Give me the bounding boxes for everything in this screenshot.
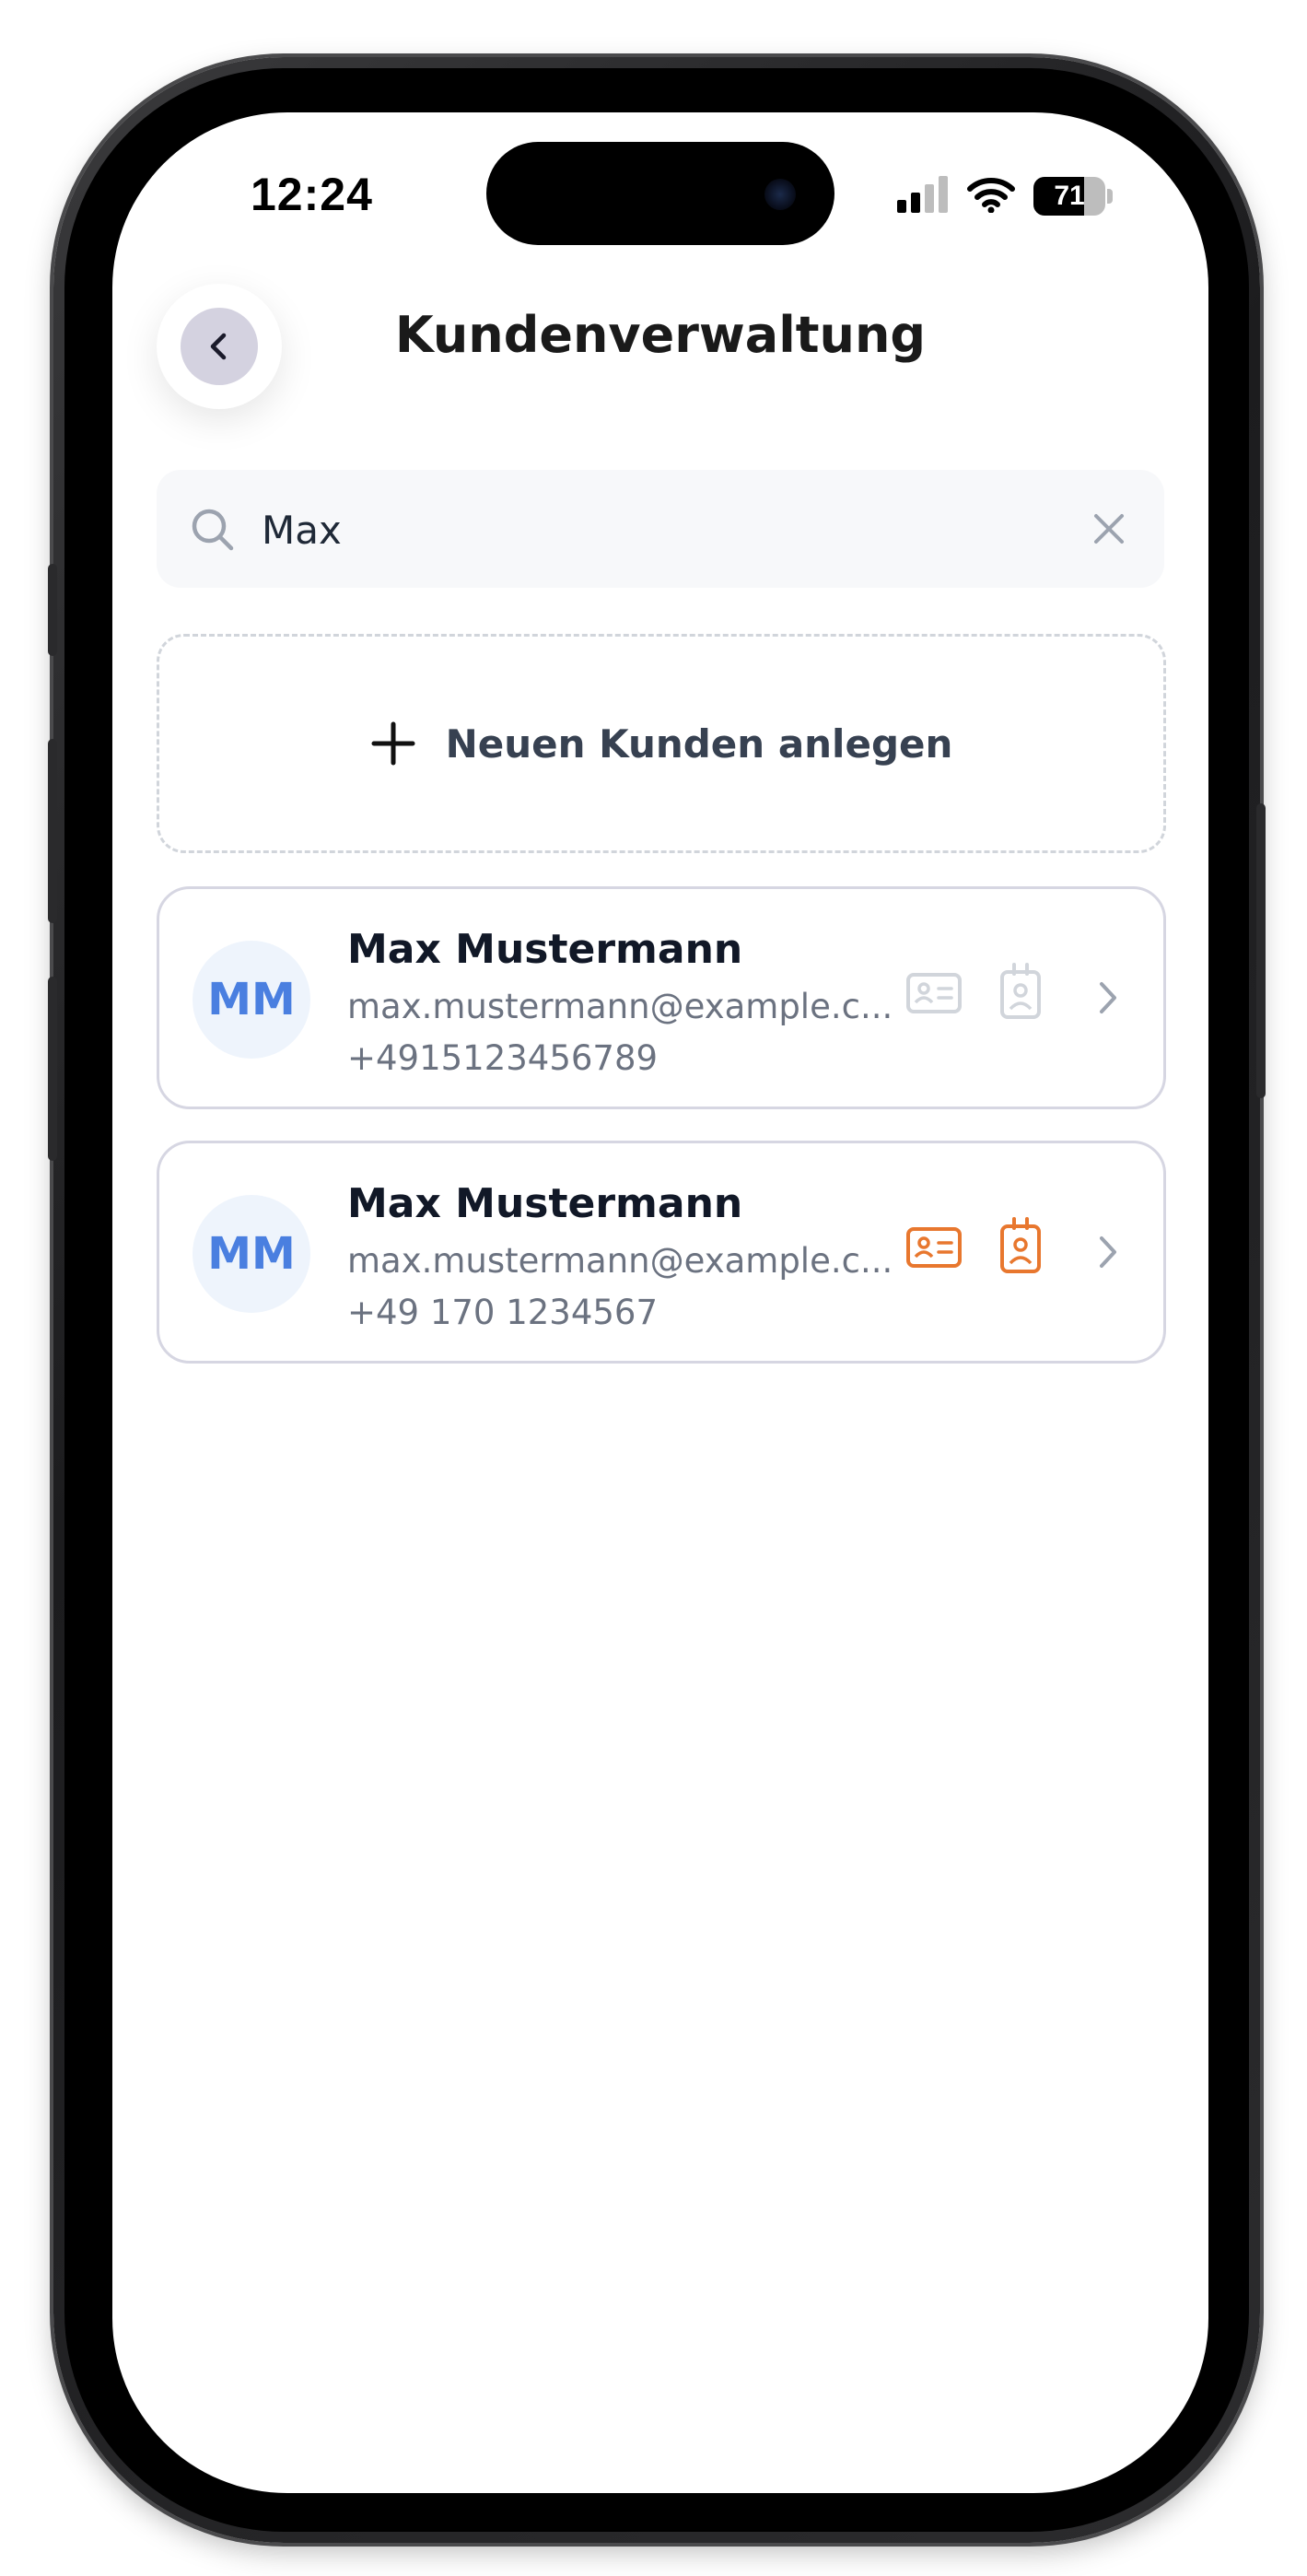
status-indicators: 71 — [897, 173, 1113, 219]
status-time: 12:24 — [251, 169, 373, 220]
action-button — [48, 564, 57, 656]
chevron-right-icon — [1100, 1236, 1116, 1268]
battery-percentage: 71 — [1054, 181, 1085, 211]
customer-name: Max Mustermann — [347, 926, 743, 973]
app-screen: 12:24 71 Kundenverwaltung Max Neuen Kund… — [112, 112, 1208, 2493]
cellular-signal-icon — [897, 176, 949, 217]
battery-indicator: 71 — [1033, 177, 1113, 216]
volume-up-button — [48, 739, 57, 923]
add-customer-button[interactable]: Neuen Kunden anlegen — [157, 634, 1166, 853]
battery-icon: 71 — [1033, 177, 1105, 216]
battery-nub — [1107, 189, 1113, 204]
search-bar — [157, 470, 1164, 588]
close-icon[interactable] — [1091, 510, 1127, 547]
customer-phone: +4915123456789 — [347, 1038, 659, 1078]
search-input[interactable] — [260, 492, 1056, 568]
id-card-icon — [906, 1227, 962, 1268]
id-card-icon — [906, 973, 962, 1013]
avatar: MM — [193, 1195, 310, 1313]
plus-icon — [371, 721, 415, 766]
search-icon — [192, 509, 234, 551]
customer-email: max.mustermann@example.c... — [347, 1241, 893, 1281]
customer-phone: +49 170 1234567 — [347, 1293, 659, 1332]
camera-lens — [764, 179, 796, 210]
page-title: Kundenverwaltung — [394, 306, 927, 364]
customer-card[interactable]: MM Max Mustermann max.mustermann@example… — [157, 1141, 1166, 1364]
power-button — [1256, 803, 1266, 1098]
avatar: MM — [193, 941, 310, 1059]
customer-email: max.mustermann@example.c... — [347, 987, 893, 1026]
id-badge-icon — [1000, 963, 1041, 1019]
customer-name: Max Mustermann — [347, 1180, 743, 1227]
id-badge-icon — [1000, 1217, 1041, 1273]
customer-card[interactable]: MM Max Mustermann max.mustermann@example… — [157, 886, 1166, 1109]
wifi-icon — [967, 176, 1015, 217]
add-customer-label: Neuen Kunden anlegen — [445, 720, 953, 767]
volume-down-button — [48, 977, 57, 1161]
chevron-right-icon — [1100, 982, 1116, 1013]
dynamic-island — [486, 142, 834, 245]
